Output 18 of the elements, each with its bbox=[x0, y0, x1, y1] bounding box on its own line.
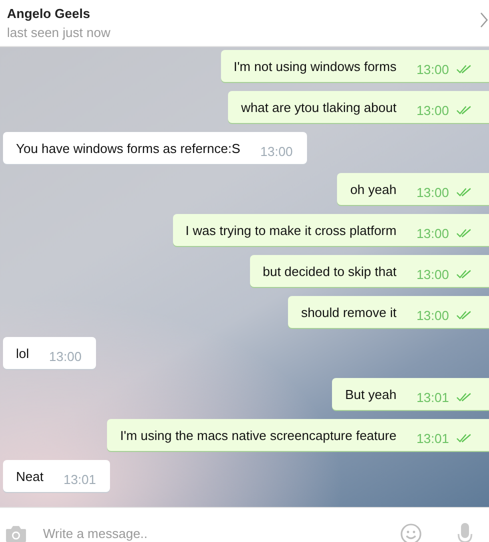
last-seen-status: last seen just now bbox=[7, 25, 110, 40]
outgoing-message: But yeah 13:01 bbox=[332, 378, 489, 410]
incoming-message: Neat 13:01 bbox=[3, 460, 110, 492]
outgoing-message: I was trying to make it cross platform 13:00 bbox=[172, 214, 489, 246]
incoming-message: lol 13:00 bbox=[3, 337, 96, 369]
outgoing-message: but decided to skip that 13:00 bbox=[250, 255, 489, 287]
outgoing-message: should remove it 13:00 bbox=[288, 296, 489, 328]
outgoing-message: I'm not using windows forms 13:00 bbox=[220, 50, 489, 82]
outgoing-message: what are ytou tlaking about 13:00 bbox=[228, 91, 489, 123]
incoming-message: You have windows forms as refernce:S 13:00 bbox=[3, 132, 307, 164]
camera-icon[interactable] bbox=[5, 525, 27, 542]
chevron-right-icon[interactable] bbox=[480, 12, 488, 28]
outgoing-message: oh yeah 13:00 bbox=[337, 173, 489, 205]
contact-name: Angelo Geels bbox=[7, 6, 92, 21]
outgoing-message: I'm using the macs native screencapture feature 13:01 bbox=[107, 419, 489, 451]
smiley-icon[interactable] bbox=[400, 523, 422, 542]
message-input[interactable]: Write a message.. bbox=[43, 523, 400, 542]
microphone-icon[interactable] bbox=[457, 522, 473, 542]
